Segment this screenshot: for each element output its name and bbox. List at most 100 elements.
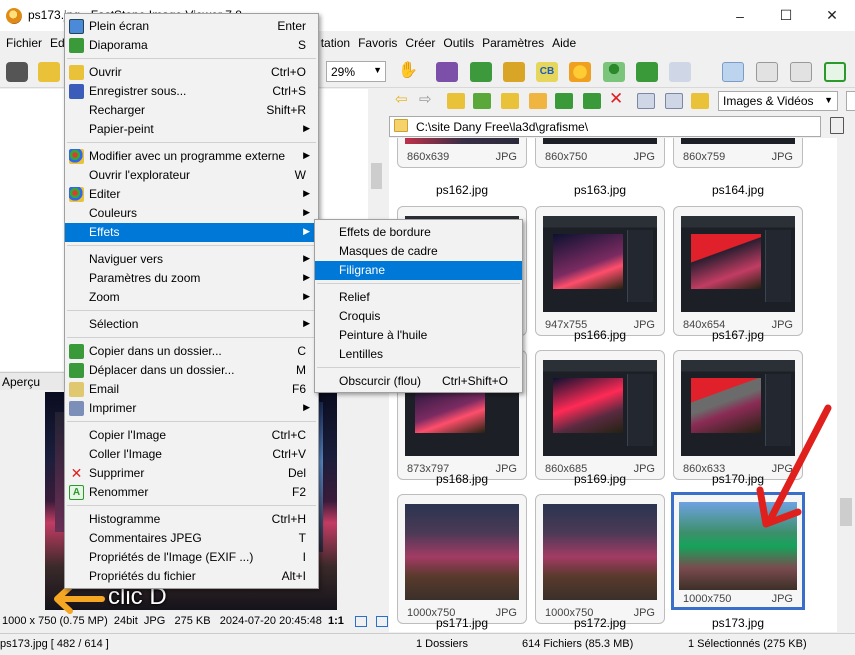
maximize-button[interactable]: ☐: [763, 0, 809, 31]
email-icon: [69, 382, 84, 397]
menu-item-fullscreen[interactable]: Plein écran Enter: [65, 17, 318, 36]
menu-item-slideshow[interactable]: Diaporama S: [65, 36, 318, 55]
menu-item-effects[interactable]: Effets ▶: [65, 223, 318, 242]
file-filter-select[interactable]: Images & Vidéos ▼: [718, 91, 838, 111]
trash-icon[interactable]: [830, 117, 844, 134]
camera-icon[interactable]: [6, 62, 28, 82]
thumbnail-ps167[interactable]: 840x654 JPG: [673, 206, 803, 336]
thumbnail-ps163[interactable]: 860x750 JPG: [535, 138, 665, 168]
submenu-item-sketch[interactable]: Croquis: [315, 307, 522, 326]
filmstrip-icon[interactable]: [436, 62, 458, 82]
hand-tool-icon[interactable]: ✋: [398, 60, 420, 80]
checklist-icon[interactable]: [669, 62, 691, 82]
submenu-item-oil-painting[interactable]: Peinture à l'huile: [315, 326, 522, 345]
thumbnail-ps172[interactable]: 1000x750 JPG: [535, 494, 665, 624]
menu-item-histogram[interactable]: Histogramme Ctrl+H: [65, 510, 318, 529]
refresh-folder-icon[interactable]: [473, 93, 491, 109]
fit-window-icon[interactable]: [376, 615, 389, 627]
export-icon[interactable]: [470, 62, 492, 82]
status-selected: 1 Sélectionnés (275 KB): [688, 638, 807, 650]
submenu-arrow-icon: ▶: [303, 402, 310, 412]
thumbnail-ps171[interactable]: 1000x750 JPG: [397, 494, 527, 624]
menu-item-navigate[interactable]: Naviguer vers ▶: [65, 250, 318, 269]
palette-icon: [69, 149, 84, 164]
menu-item-edit[interactable]: Editer ▶: [65, 185, 318, 204]
view-details-icon[interactable]: [637, 93, 655, 109]
menu-item-jpeg-comments[interactable]: Commentaires JPEG T: [65, 529, 318, 548]
thumbnail-name: ps168.jpg: [435, 472, 489, 486]
copy-to-icon[interactable]: [555, 93, 573, 109]
zoom-select[interactable]: 29% ▼: [326, 61, 386, 82]
menu-item-reload[interactable]: Recharger Shift+R: [65, 101, 318, 120]
close-button[interactable]: ✕: [809, 0, 855, 31]
scrollbar-thumb[interactable]: [371, 163, 382, 189]
fit-icon[interactable]: [355, 615, 367, 627]
menu-item-email[interactable]: Email F6: [65, 380, 318, 399]
user-icon[interactable]: [603, 62, 625, 82]
submenu-item-frame-masks[interactable]: Masques de cadre: [315, 242, 522, 261]
menu-favoris[interactable]: Favoris: [354, 36, 401, 50]
submenu-item-watermark[interactable]: Filigrane: [315, 261, 522, 280]
move-to-icon[interactable]: [583, 93, 601, 109]
thumbnail-name: ps166.jpg: [573, 328, 627, 342]
submenu-item-lenses[interactable]: Lentilles: [315, 345, 522, 364]
menu-item-zoom[interactable]: Zoom ▶: [65, 288, 318, 307]
minimize-button[interactable]: –: [717, 0, 763, 31]
menu-item-wallpaper[interactable]: Papier-peint ▶: [65, 120, 318, 139]
menu-parametres[interactable]: Paramètres: [478, 36, 548, 50]
menu-item-image-properties[interactable]: Propriétés de l'Image (EXIF ...) I: [65, 548, 318, 567]
menu-item-copy-to-folder[interactable]: Copier dans un dossier... C: [65, 342, 318, 361]
submenu-item-border-effects[interactable]: Effets de bordure: [315, 223, 522, 242]
menu-fichier[interactable]: Fichier: [0, 36, 46, 50]
resize-icon[interactable]: [503, 62, 525, 82]
forward-arrow-icon[interactable]: ⇨: [419, 90, 437, 108]
submenu-item-relief[interactable]: Relief: [315, 288, 522, 307]
menu-item-colors[interactable]: Couleurs ▶: [65, 204, 318, 223]
sort-icon[interactable]: [691, 93, 709, 109]
menu-item-delete[interactable]: ✕ Supprimer Del: [65, 464, 318, 483]
thumbnail-ps169[interactable]: 860x685 JPG: [535, 350, 665, 480]
menu-item-copy-image[interactable]: Copier l'Image Ctrl+C: [65, 426, 318, 445]
menu-item-open-explorer[interactable]: Ouvrir l'explorateur W: [65, 166, 318, 185]
menu-annotation[interactable]: tation: [317, 36, 354, 50]
layout-preview-icon[interactable]: [756, 62, 778, 82]
back-arrow-icon[interactable]: ⇦: [395, 90, 413, 108]
thumbnail-ps162[interactable]: 860x639 JPG: [397, 138, 527, 168]
new-folder-icon[interactable]: [529, 93, 547, 109]
menu-item-selection[interactable]: Sélection ▶: [65, 315, 318, 334]
menu-outils[interactable]: Outils: [439, 36, 478, 50]
menu-item-paste-image[interactable]: Coller l'Image Ctrl+V: [65, 445, 318, 464]
image-filesize: 275 KB: [174, 615, 211, 627]
open-folder-icon[interactable]: [38, 62, 60, 82]
fullscreen-toggle-icon[interactable]: [824, 62, 846, 82]
image-size: 1000 x 750 (0.75 MP): [2, 615, 108, 627]
menu-item-open[interactable]: Ouvrir Ctrl+O: [65, 63, 318, 82]
favorite-folder-icon[interactable]: [501, 93, 519, 109]
delete-x-icon[interactable]: ✕: [609, 89, 627, 108]
undo-icon[interactable]: [636, 62, 658, 82]
layout-thumbnail-icon[interactable]: [790, 62, 812, 82]
thumbnail-name: ps164.jpg: [711, 183, 765, 197]
menu-item-save-as[interactable]: Enregistrer sous... Ctrl+S: [65, 82, 318, 101]
layout-browser-icon[interactable]: [722, 62, 744, 82]
menu-item-external-editor[interactable]: Modifier avec un programme externe ▶: [65, 147, 318, 166]
status-file: ps173.jpg [ 482 / 614 ]: [0, 638, 109, 650]
submenu-item-blur[interactable]: Obscurcir (flou) Ctrl+Shift+O: [315, 372, 522, 391]
zoom-ratio[interactable]: 1:1: [328, 615, 344, 627]
up-folder-icon[interactable]: [447, 93, 465, 109]
sort-select[interactable]: [846, 91, 855, 111]
menu-item-file-properties[interactable]: Propriétés du fichier Alt+I: [65, 567, 318, 586]
thumbnail-scrollbar[interactable]: [837, 138, 855, 632]
menu-creer[interactable]: Créer: [401, 36, 439, 50]
view-list-icon[interactable]: [665, 93, 683, 109]
menu-item-print[interactable]: Imprimer ▶: [65, 399, 318, 418]
thumbnail-ps166[interactable]: 947x755 JPG: [535, 206, 665, 336]
thumbnail-ps164[interactable]: 860x759 JPG: [673, 138, 803, 168]
menu-item-move-to-folder[interactable]: Déplacer dans un dossier... M: [65, 361, 318, 380]
path-input[interactable]: C:\site Dany Free\la3d\grafisme\: [389, 116, 821, 137]
sun-icon[interactable]: [569, 62, 591, 82]
menu-aide[interactable]: Aide: [548, 36, 580, 50]
cb-icon[interactable]: CB: [536, 62, 558, 82]
menu-item-zoom-settings[interactable]: Paramètres du zoom ▶: [65, 269, 318, 288]
menu-item-rename[interactable]: A Renommer F2: [65, 483, 318, 502]
